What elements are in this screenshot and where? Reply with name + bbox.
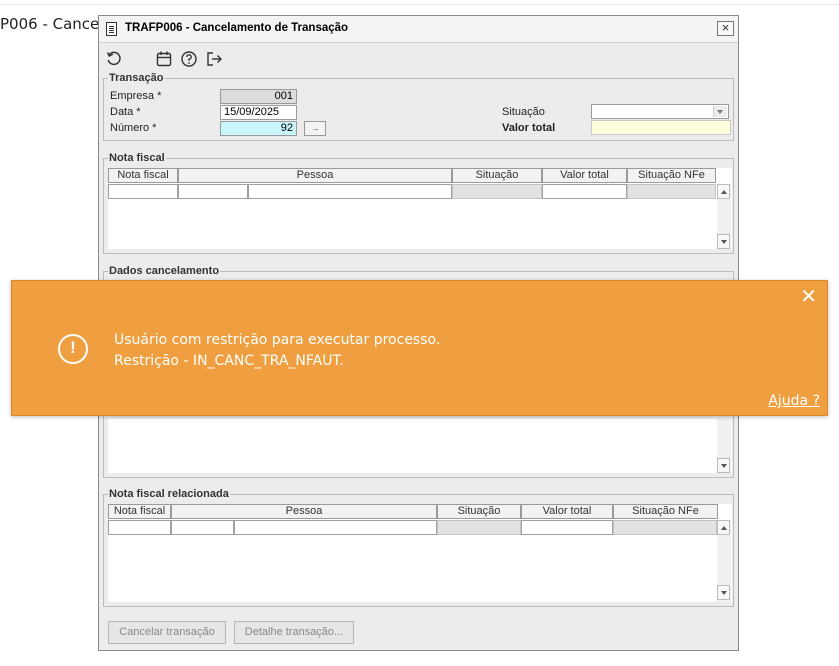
toast-message: Usuário com restrição para executar proc…	[114, 330, 440, 372]
window-titlebar[interactable]: TRAFP006 - Cancelamento de Transação ×	[99, 16, 738, 43]
toast-message-line1: Usuário com restrição para executar proc…	[114, 332, 441, 348]
toast-close-icon[interactable]: ✕	[800, 287, 817, 307]
window-close-button[interactable]: ×	[717, 21, 734, 36]
scroll-down-icon[interactable]	[717, 585, 730, 600]
column-header[interactable]: Nota fiscal	[108, 504, 171, 519]
column-header[interactable]: Nota fiscal	[108, 168, 178, 183]
scroll-up-icon[interactable]	[717, 520, 730, 535]
data-field[interactable]: 15/09/2025	[220, 105, 297, 120]
nota-fiscal-relacionada-grid[interactable]: Nota fiscal Pessoa Situação Valor total …	[108, 504, 732, 602]
situacao-label: Situação	[502, 106, 545, 118]
table-cell[interactable]	[171, 520, 234, 535]
table-cell[interactable]	[178, 184, 248, 199]
warning-icon-glyph: !	[70, 338, 76, 357]
numero-label: Número *	[110, 122, 157, 134]
table-cell[interactable]	[108, 520, 171, 535]
nota-fiscal-grid[interactable]: Nota fiscal Pessoa Situação Valor total …	[108, 168, 732, 249]
table-cell[interactable]	[108, 184, 178, 199]
situacao-select[interactable]	[591, 104, 729, 119]
chevron-down-icon[interactable]	[713, 106, 727, 117]
data-label: Data *	[110, 106, 141, 118]
column-header[interactable]: Situação NFe	[627, 168, 716, 183]
table-cell[interactable]	[234, 520, 437, 535]
nota-fiscal-relacionada-legend: Nota fiscal relacionada	[109, 488, 229, 500]
numero-lookup-button[interactable]: →	[304, 121, 326, 136]
help-link[interactable]: Ajuda ?	[768, 393, 820, 409]
top-divider	[0, 4, 839, 5]
dados-cancelamento-area[interactable]	[108, 419, 732, 473]
valor-total-field[interactable]	[591, 120, 731, 135]
toolbar	[99, 43, 738, 73]
detalhe-transacao-button[interactable]: Detalhe transação...	[234, 621, 354, 644]
refresh-icon[interactable]	[105, 50, 123, 68]
column-header[interactable]: Situação	[452, 168, 542, 183]
valor-total-label: Valor total	[502, 122, 556, 134]
table-cell[interactable]	[627, 184, 716, 199]
vertical-scrollbar[interactable]	[717, 419, 731, 473]
exit-icon[interactable]	[205, 50, 223, 68]
error-toast: ✕ ! Usuário com restrição para executar …	[11, 280, 828, 416]
scroll-up-icon[interactable]	[717, 184, 730, 199]
toast-message-line2: Restrição - IN_CANC_TRA_NFAUT.	[114, 353, 344, 369]
column-header[interactable]: Pessoa	[178, 168, 452, 183]
column-header[interactable]: Pessoa	[171, 504, 437, 519]
scroll-down-icon[interactable]	[717, 458, 730, 473]
transacao-legend: Transação	[109, 72, 164, 84]
column-header[interactable]: Situação	[437, 504, 521, 519]
dados-cancelamento-legend: Dados cancelamento	[109, 265, 220, 277]
document-icon	[106, 22, 117, 36]
table-cell[interactable]	[248, 184, 452, 199]
scroll-down-icon[interactable]	[717, 234, 730, 249]
warning-icon: !	[58, 334, 88, 364]
empresa-field[interactable]: 001	[220, 89, 297, 104]
vertical-scrollbar[interactable]	[717, 520, 731, 602]
help-icon[interactable]	[180, 50, 198, 68]
numero-field[interactable]: 92	[220, 121, 297, 136]
column-header[interactable]: Valor total	[542, 168, 627, 183]
vertical-scrollbar[interactable]	[717, 184, 731, 249]
empresa-label: Empresa *	[110, 90, 162, 102]
calendar-icon[interactable]	[155, 50, 173, 68]
cancelar-transacao-button[interactable]: Cancelar transação	[108, 621, 226, 644]
table-cell[interactable]	[542, 184, 627, 199]
table-cell[interactable]	[521, 520, 613, 535]
table-cell[interactable]	[437, 520, 521, 535]
column-header[interactable]: Valor total	[521, 504, 613, 519]
table-cell[interactable]	[613, 520, 717, 535]
window-title: TRAFP006 - Cancelamento de Transação	[125, 22, 349, 34]
background-page-title: P006 - Cancel	[0, 15, 104, 33]
table-cell[interactable]	[452, 184, 542, 199]
nota-fiscal-legend: Nota fiscal	[109, 152, 165, 164]
column-header[interactable]: Situação NFe	[613, 504, 718, 519]
